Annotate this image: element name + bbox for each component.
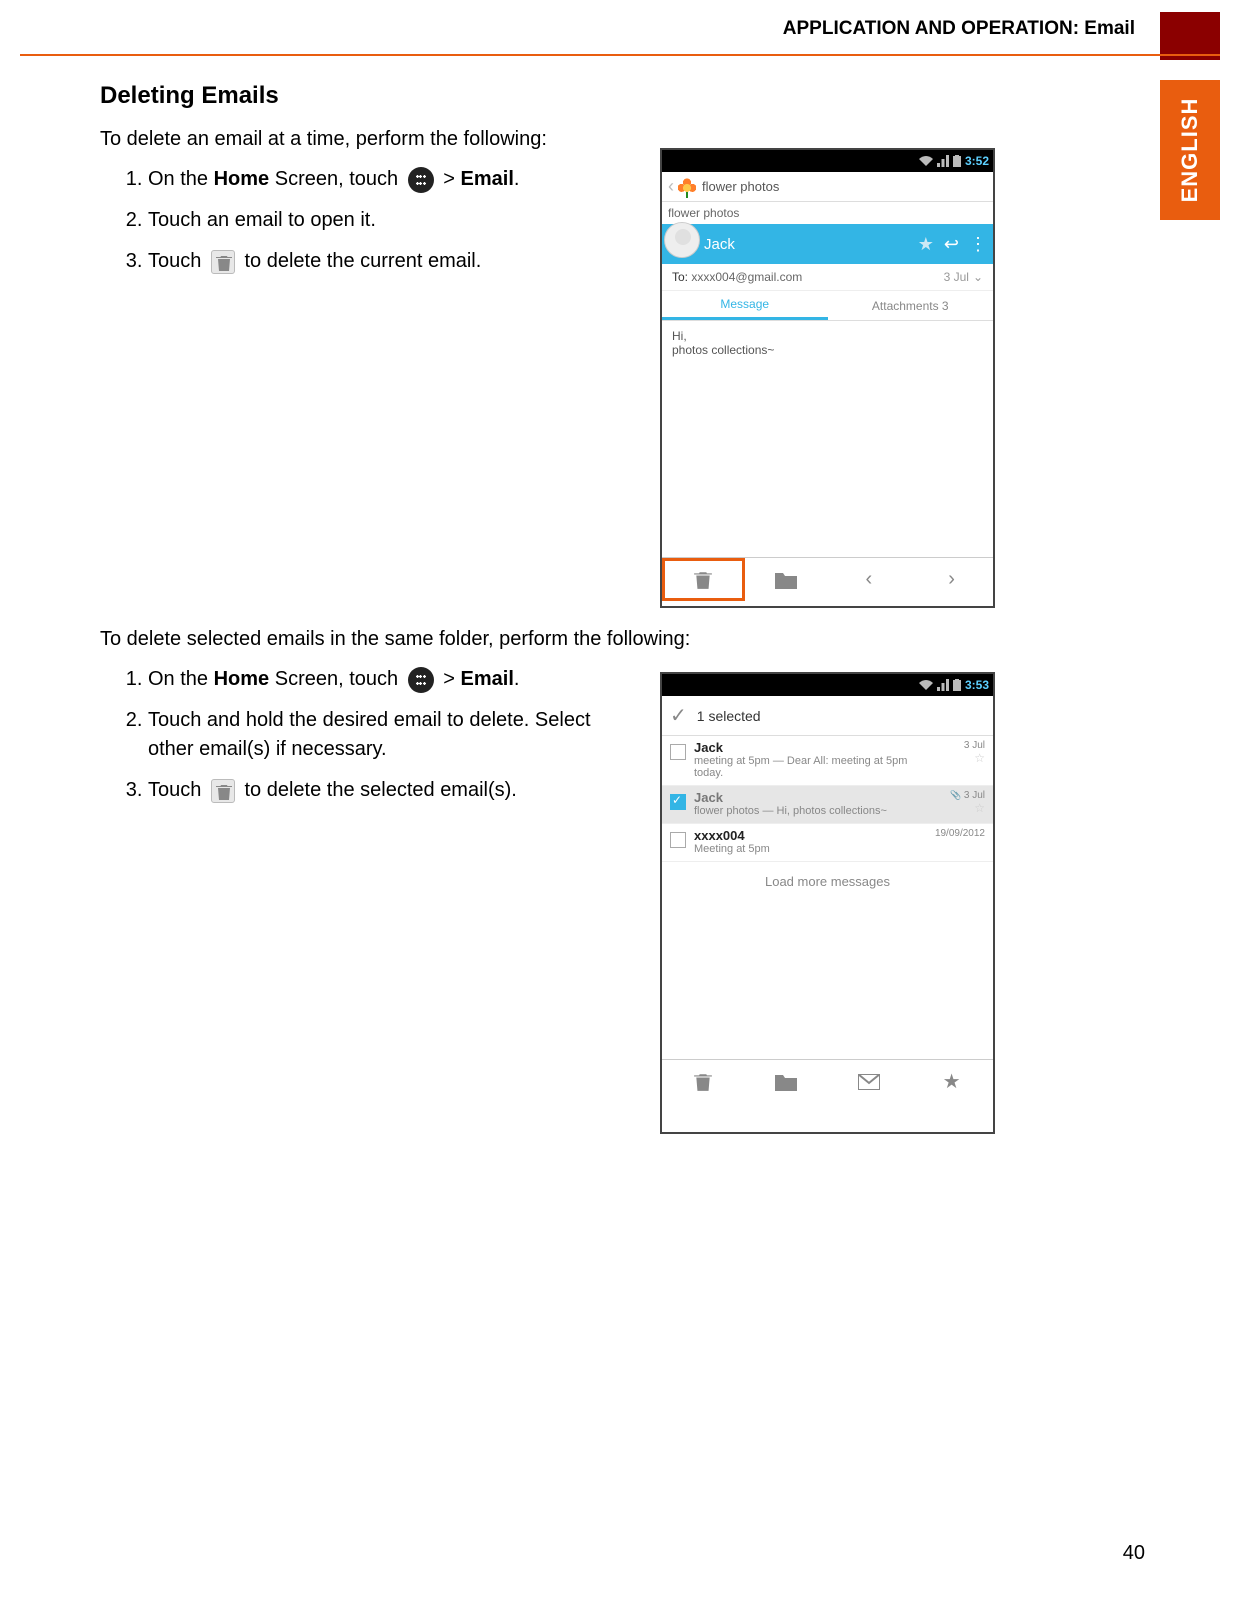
status-time: 3:52 <box>965 154 989 168</box>
back-chevron-icon[interactable]: ‹ <box>668 176 674 197</box>
apps-icon <box>408 667 434 693</box>
flower-icon <box>678 178 696 196</box>
load-more-button[interactable]: Load more messages <box>662 862 993 901</box>
star-icon[interactable]: ☆ <box>925 751 985 765</box>
step-1-1: On the Home Screen, touch > Email. <box>148 165 640 194</box>
signal-icon <box>937 155 949 167</box>
page-number: 40 <box>1123 1542 1145 1565</box>
checkbox[interactable] <box>670 832 686 848</box>
folder-button[interactable] <box>745 1060 828 1103</box>
toolbar-bottom: ‹ › <box>662 557 993 601</box>
folder-button[interactable] <box>745 558 828 601</box>
status-bar: 3:52 <box>662 150 993 172</box>
list-item[interactable]: Jack meeting at 5pm — Dear All: meeting … <box>662 736 993 786</box>
wifi-icon <box>919 679 933 691</box>
list-item[interactable]: Jack flower photos — Hi, photos collecti… <box>662 786 993 824</box>
wifi-icon <box>919 155 933 167</box>
steps-list-2: On the Home Screen, touch > Email. Touch… <box>100 665 640 805</box>
status-time: 3:53 <box>965 678 989 692</box>
star-icon[interactable]: ☆ <box>925 801 985 815</box>
sender-name: Jack <box>704 236 735 253</box>
language-tab: ENGLISH <box>1160 80 1220 220</box>
signal-icon <box>937 679 949 691</box>
selected-count: 1 selected <box>697 708 761 724</box>
avatar-icon <box>664 222 700 258</box>
folder-row[interactable]: ‹ flower photos <box>662 172 993 202</box>
prev-button[interactable]: ‹ <box>828 558 911 601</box>
selection-row: ✓ 1 selected <box>662 696 993 736</box>
battery-icon <box>953 679 961 691</box>
screenshot-email-list: 3:53 ✓ 1 selected Jack meeting at 5pm — … <box>660 672 995 1134</box>
done-icon[interactable]: ✓ <box>670 703 687 728</box>
chevron-down-icon[interactable]: ⌄ <box>973 270 983 284</box>
section-title: Deleting Emails <box>100 82 1120 110</box>
tab-message[interactable]: Message <box>662 291 828 320</box>
trash-icon <box>211 779 235 803</box>
trash-icon <box>211 250 235 274</box>
more-icon[interactable]: ⋮ <box>969 234 987 255</box>
battery-icon <box>953 155 961 167</box>
trash-button[interactable] <box>662 1060 745 1103</box>
step-1-2: Touch an email to open it. <box>148 206 640 235</box>
status-bar: 3:53 <box>662 674 993 696</box>
list-item[interactable]: xxxx004 Meeting at 5pm 19/09/2012 <box>662 824 993 862</box>
mail-button[interactable] <box>828 1060 911 1103</box>
star-icon[interactable]: ★ <box>918 234 934 255</box>
email-list: Jack meeting at 5pm — Dear All: meeting … <box>662 736 993 862</box>
next-button[interactable]: › <box>910 558 993 601</box>
step-2-2: Touch and hold the desired email to dele… <box>148 706 640 764</box>
tabs: Message Attachments 3 <box>662 291 993 321</box>
trash-button[interactable] <box>662 558 745 601</box>
header-rule <box>20 54 1220 56</box>
header: APPLICATION AND OPERATION: Email <box>0 18 1240 48</box>
email-body: Hi, photos collections~ <box>662 321 993 557</box>
screenshot-email-view: 3:52 ‹ flower photos flower photos Jack … <box>660 148 995 608</box>
corner-tab <box>1160 12 1220 60</box>
checkbox[interactable] <box>670 794 686 810</box>
step-1-3: Touch to delete the current email. <box>148 247 640 276</box>
apps-icon <box>408 167 434 193</box>
to-row: To: xxxx004@gmail.com 3 Jul⌄ <box>662 264 993 291</box>
subject-label: flower photos <box>662 202 993 224</box>
reply-icon[interactable]: ↩ <box>944 234 959 255</box>
folder-title: flower photos <box>702 179 779 194</box>
tab-attachments[interactable]: Attachments 3 <box>828 291 994 320</box>
steps-list-1: On the Home Screen, touch > Email. Touch… <box>100 165 640 276</box>
header-title: APPLICATION AND OPERATION: Email <box>783 18 1135 40</box>
intro-paragraph-2: To delete selected emails in the same fo… <box>100 628 1120 651</box>
step-2-3: Touch to delete the selected email(s). <box>148 776 640 805</box>
toolbar-bottom: ★ <box>662 1059 993 1103</box>
star-button[interactable]: ★ <box>910 1060 993 1103</box>
sender-bar: Jack ★ ↩ ⋮ <box>662 224 993 264</box>
language-tab-label: ENGLISH <box>1177 98 1203 203</box>
checkbox[interactable] <box>670 744 686 760</box>
step-2-1: On the Home Screen, touch > Email. <box>148 665 640 694</box>
